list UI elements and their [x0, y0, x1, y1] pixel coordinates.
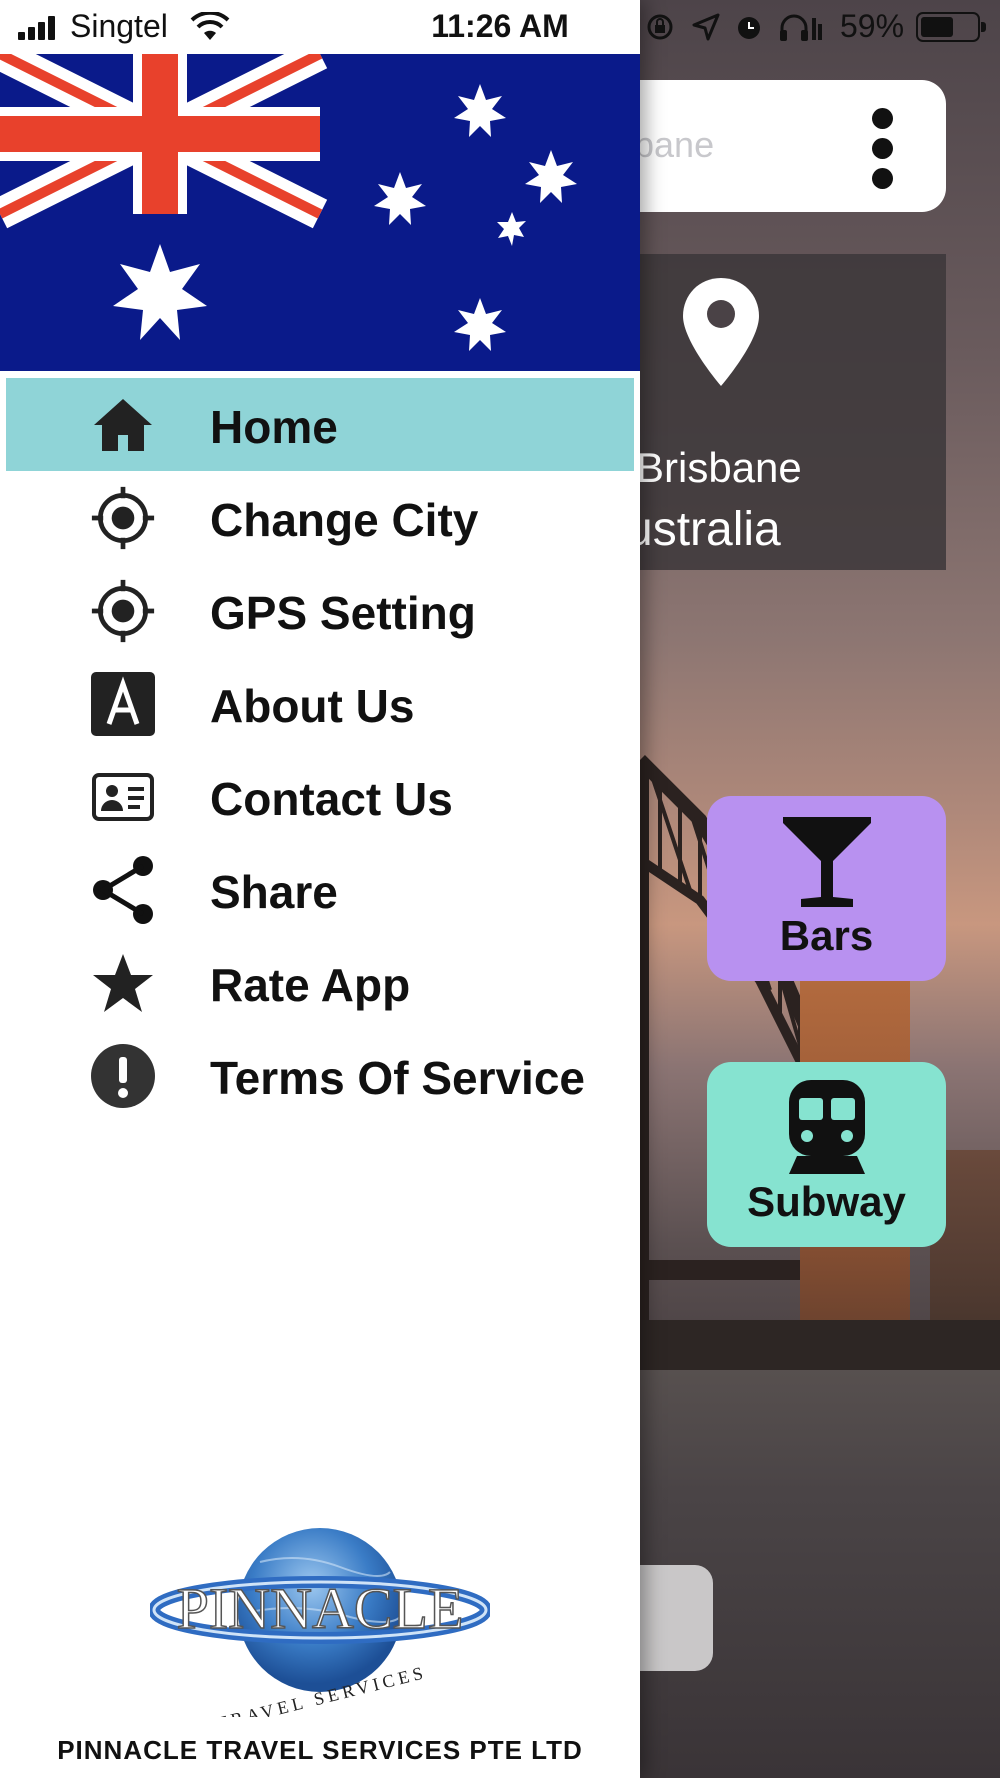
menu-label: Terms Of Service [210, 1052, 586, 1104]
menu-item-change-city[interactable]: Change City [6, 471, 634, 564]
alarm-icon [738, 17, 760, 39]
menu-label: Rate App [210, 959, 411, 1011]
status-bar: Singtel 11:26 AM 59% [0, 0, 1000, 54]
menu-label: Contact Us [210, 773, 453, 825]
gps-target-icon [90, 578, 156, 644]
menu-label: Change City [210, 494, 479, 546]
australian-flag-header [0, 54, 640, 371]
share-icon [90, 856, 156, 924]
menu-item-rate-app[interactable]: Rate App [6, 936, 634, 1029]
contact-card-icon [90, 764, 156, 830]
alert-circle-icon [90, 1043, 156, 1109]
menu-item-contact-us[interactable]: Contact Us [6, 750, 634, 843]
cocktail-glass-icon [707, 806, 946, 916]
drawer-menu: Home Change City GPS Setting About Us Co… [0, 378, 640, 1122]
location-city: Brisbane [636, 444, 802, 491]
location-country: ustralia [626, 503, 781, 556]
menu-item-terms-of-service[interactable]: Terms Of Service [6, 1029, 634, 1122]
menu-label: Share [210, 866, 338, 918]
category-label: Subway [747, 1178, 906, 1225]
battery-icon [916, 12, 986, 42]
category-tile-bars[interactable]: Bars [707, 796, 946, 981]
company-name: PINNACLE TRAVEL SERVICES PTE LTD [57, 1735, 583, 1765]
train-icon [707, 1072, 946, 1182]
star-icon [90, 950, 156, 1016]
pinnacle-logo: PINNACLE TRAVEL SERVICES [148, 1522, 492, 1734]
headphones-icon [780, 14, 822, 41]
menu-item-about-us[interactable]: About Us [6, 657, 634, 750]
menu-label: GPS Setting [210, 587, 476, 639]
battery-percentage: 59% [840, 8, 905, 44]
more-options-icon[interactable] [870, 108, 894, 190]
location-pin-icon [683, 278, 759, 386]
menu-item-home[interactable]: Home [6, 378, 634, 471]
menu-item-share[interactable]: Share [6, 843, 634, 936]
home-icon [90, 392, 156, 458]
category-tile-subway[interactable]: Subway [707, 1062, 946, 1247]
menu-label: About Us [210, 680, 415, 732]
letter-a-icon [90, 671, 156, 737]
menu-item-gps-setting[interactable]: GPS Setting [6, 564, 634, 657]
location-arrow-icon [692, 13, 720, 41]
svg-text:PINNACLE: PINNACLE [177, 1576, 464, 1641]
menu-label: Home [210, 401, 338, 453]
orientation-lock-icon [647, 14, 673, 40]
category-label: Bars [779, 912, 874, 959]
navigation-drawer: Home Change City GPS Setting About Us Co… [0, 0, 640, 1778]
crosshair-icon [90, 485, 156, 551]
